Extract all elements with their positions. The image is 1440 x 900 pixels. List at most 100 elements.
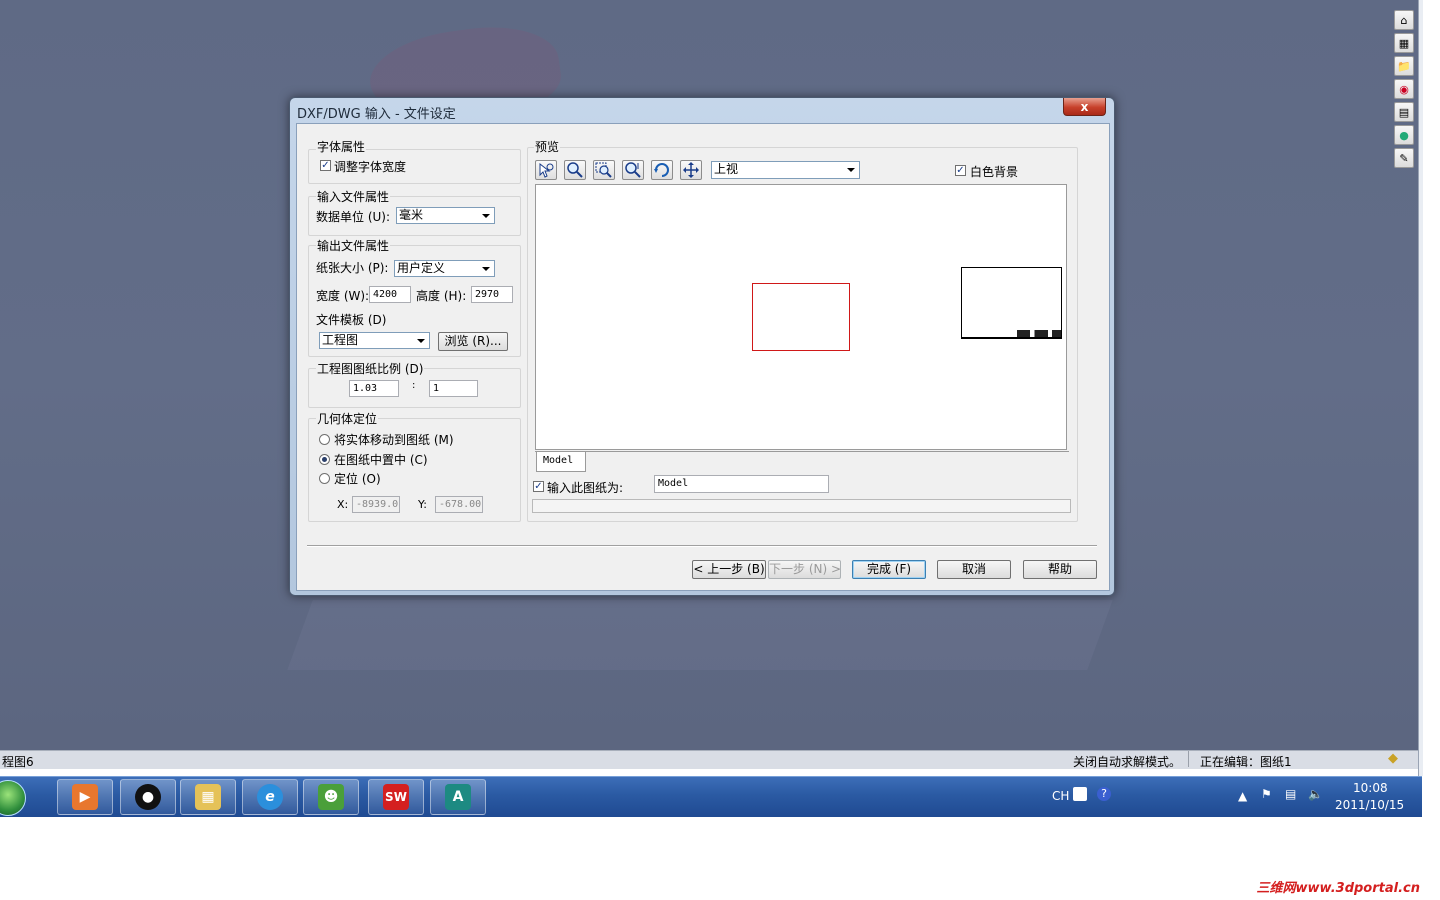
title-block — [1017, 330, 1061, 337]
position-radio[interactable] — [319, 473, 330, 484]
folder-icon[interactable]: 📁 — [1394, 56, 1414, 76]
chevron-down-icon — [845, 163, 857, 176]
clock-date[interactable]: 2011/10/15 — [1335, 798, 1404, 812]
white-background-checkbox[interactable]: ✓ — [955, 165, 966, 176]
height-input[interactable]: 2970 — [471, 286, 513, 303]
zoom-window-icon — [595, 162, 612, 178]
white-background-label: 白色背景 — [970, 165, 1019, 179]
y-label: Y: — [418, 498, 427, 511]
data-unit-select[interactable]: 毫米 — [396, 207, 495, 224]
back-button[interactable]: < 上一步 (B) — [692, 560, 766, 579]
model-tab[interactable]: Model — [536, 452, 586, 472]
template-select[interactable]: 工程图 — [319, 332, 430, 349]
taskbar-media-player[interactable]: ▶ — [57, 779, 113, 815]
progress-bar — [532, 499, 1071, 513]
scale-value2-input[interactable]: 1 — [429, 380, 478, 397]
next-button[interactable]: 下一步 (N) > — [768, 560, 841, 579]
color-wheel-icon[interactable]: ● — [1394, 125, 1414, 145]
chevron-down-icon — [480, 209, 492, 222]
paper-size-select[interactable]: 用户定义 — [394, 260, 495, 277]
move-to-sheet-label: 将实体移动到图纸 (M) — [334, 433, 454, 447]
zoom-button[interactable] — [564, 160, 586, 180]
dialog-title: DXF/DWG 输入 - 文件设定 — [297, 107, 456, 122]
rotate-button[interactable] — [651, 160, 673, 180]
y-input[interactable]: -678.00 — [435, 496, 483, 513]
drawing-sheet-outline — [752, 283, 850, 351]
import-sheet-checkbox[interactable]: ✓ — [533, 481, 544, 492]
scale-title: 工程图图纸比例 (D) — [316, 360, 425, 377]
preview-tab-strip — [535, 451, 1069, 452]
ime-icon[interactable] — [1073, 787, 1087, 801]
help-icon[interactable]: ? — [1097, 787, 1111, 801]
x-input[interactable]: -8939.0 — [352, 496, 400, 513]
tag-icon[interactable]: ◆ — [1388, 751, 1398, 766]
view-palette-icon[interactable]: ◉ — [1394, 79, 1414, 99]
action-center-flag-icon[interactable]: ⚑ — [1261, 787, 1272, 801]
qq-icon: ● — [135, 784, 161, 810]
data-unit-value: 毫米 — [399, 208, 424, 222]
home-icon[interactable]: ⌂ — [1394, 10, 1414, 30]
view-orientation-select[interactable]: 上视 — [711, 161, 860, 179]
site-watermark: 三维网www.3dportal.cn — [1256, 881, 1420, 896]
center-on-sheet-radio[interactable] — [319, 454, 330, 465]
language-indicator[interactable]: CH — [1052, 789, 1069, 803]
close-icon: x — [1080, 99, 1089, 114]
cancel-button[interactable]: 取消 — [937, 560, 1011, 579]
preview-canvas[interactable] — [535, 184, 1067, 450]
paper-size-label: 纸张大小 (P): — [316, 261, 389, 275]
task-pane-toolbar: ⌂ ▦ 📁 ◉ ▤ ● ✎ — [1394, 10, 1416, 171]
taskbar-autocad[interactable]: A — [430, 779, 486, 815]
pan-button[interactable] — [680, 160, 702, 180]
chevron-down-icon — [480, 262, 492, 275]
select-zoom-icon — [539, 162, 554, 178]
height-label: 高度 (H): — [416, 289, 467, 303]
input-properties-title: 输入文件属性 — [316, 188, 391, 205]
output-properties-title: 输出文件属性 — [316, 237, 391, 254]
window-right-border — [1418, 0, 1423, 776]
scale-value1-input[interactable]: 1.03 — [349, 380, 399, 397]
import-sheet-input[interactable]: Model — [654, 475, 829, 493]
start-button[interactable] — [0, 780, 26, 816]
center-on-sheet-label: 在图纸中置中 (C) — [334, 453, 428, 467]
taskbar-file-explorer[interactable]: ▦ — [180, 779, 236, 815]
file-explorer-icon: ▦ — [195, 784, 221, 810]
design-library-icon[interactable]: ▦ — [1394, 33, 1414, 53]
finish-button[interactable]: 完成 (F) — [852, 560, 926, 579]
view-orientation-value: 上视 — [714, 162, 739, 176]
x-label: X: — [337, 498, 349, 511]
show-hidden-icons-icon[interactable]: ▲ — [1238, 789, 1247, 803]
status-editing-text: 正在编辑：图纸1 — [1200, 755, 1292, 769]
media-player-icon: ▶ — [72, 784, 98, 810]
zoom-fit-icon — [625, 162, 641, 178]
status-bar: 程图6 关闭自动求解模式。 正在编辑：图纸1 ◆ — [0, 750, 1418, 769]
taskbar-solidworks[interactable]: SW — [368, 779, 424, 815]
browse-button[interactable]: 浏览 (R)... — [438, 332, 508, 351]
drawing-thumbnail — [961, 267, 1062, 339]
help-button[interactable]: 帮助 — [1023, 560, 1097, 579]
taskbar-internet-explorer[interactable]: e — [242, 779, 298, 815]
adjust-font-width-label: 调整字体宽度 — [334, 160, 407, 174]
taskbar-qq[interactable]: ● — [120, 779, 176, 815]
close-button[interactable]: x — [1063, 98, 1106, 116]
move-to-sheet-radio[interactable] — [319, 434, 330, 445]
network-icon[interactable]: ▤ — [1285, 787, 1296, 801]
custom-properties-icon[interactable]: ✎ — [1394, 148, 1414, 168]
solidworks-icon: SW — [383, 784, 409, 810]
adjust-font-width-checkbox[interactable]: ✓ — [320, 160, 331, 171]
zoom-fit-button[interactable] — [622, 160, 644, 180]
taskbar-users[interactable]: ☻ — [303, 779, 359, 815]
volume-icon[interactable]: 🔈 — [1308, 787, 1323, 801]
select-zoom-button[interactable] — [535, 160, 557, 180]
status-mode-text: 关闭自动求解模式。 — [1073, 755, 1182, 769]
background-band — [287, 600, 1113, 670]
paper-size-value: 用户定义 — [397, 261, 446, 275]
pan-icon — [683, 162, 699, 178]
internet-explorer-icon: e — [257, 784, 283, 810]
appearance-icon[interactable]: ▤ — [1394, 102, 1414, 122]
autocad-icon: A — [445, 784, 471, 810]
taskbar: ▶ ● ▦ e ☻ SW A CH ? ▲ ⚑ ▤ 🔈 10:08 2011/1… — [0, 776, 1422, 817]
width-input[interactable]: 4200 — [369, 286, 411, 303]
zoom-window-button[interactable] — [593, 160, 615, 180]
zoom-icon — [567, 162, 583, 178]
clock-time[interactable]: 10:08 — [1353, 781, 1388, 795]
